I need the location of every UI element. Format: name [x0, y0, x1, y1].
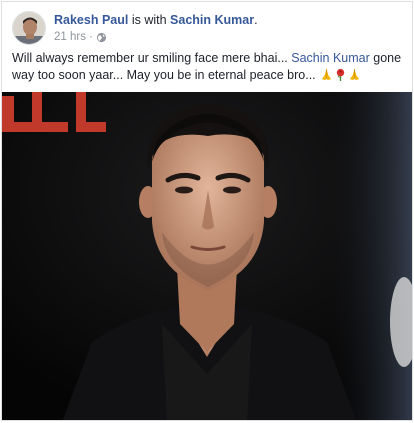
- author-name-link[interactable]: Rakesh Paul: [54, 13, 128, 27]
- with-text: is with: [131, 13, 167, 27]
- timestamp-link[interactable]: 21 hrs: [54, 31, 86, 43]
- meta-separator: ·: [88, 31, 93, 43]
- post-photo[interactable]: [2, 92, 412, 420]
- author-line: Rakesh Paul is with Sachin Kumar.: [54, 13, 258, 27]
- author-avatar[interactable]: [12, 11, 46, 45]
- header-period: .: [254, 13, 258, 27]
- mention-link[interactable]: Sachin Kumar: [291, 51, 370, 65]
- rose-emoji: [334, 68, 347, 86]
- post-card: Rakesh Paul is with Sachin Kumar. 21 hrs…: [1, 1, 413, 421]
- post-header: Rakesh Paul is with Sachin Kumar. 21 hrs…: [12, 11, 402, 47]
- globe-icon[interactable]: [96, 32, 107, 43]
- post-meta: 21 hrs ·: [54, 31, 107, 43]
- post-message: Will always remember ur smiling face mer…: [12, 50, 402, 86]
- message-text-start: Will always remember ur smiling face mer…: [12, 51, 288, 65]
- folded-hands-emoji: [348, 68, 361, 86]
- tagged-person-link[interactable]: Sachin Kumar: [170, 13, 254, 27]
- folded-hands-emoji: [320, 68, 333, 86]
